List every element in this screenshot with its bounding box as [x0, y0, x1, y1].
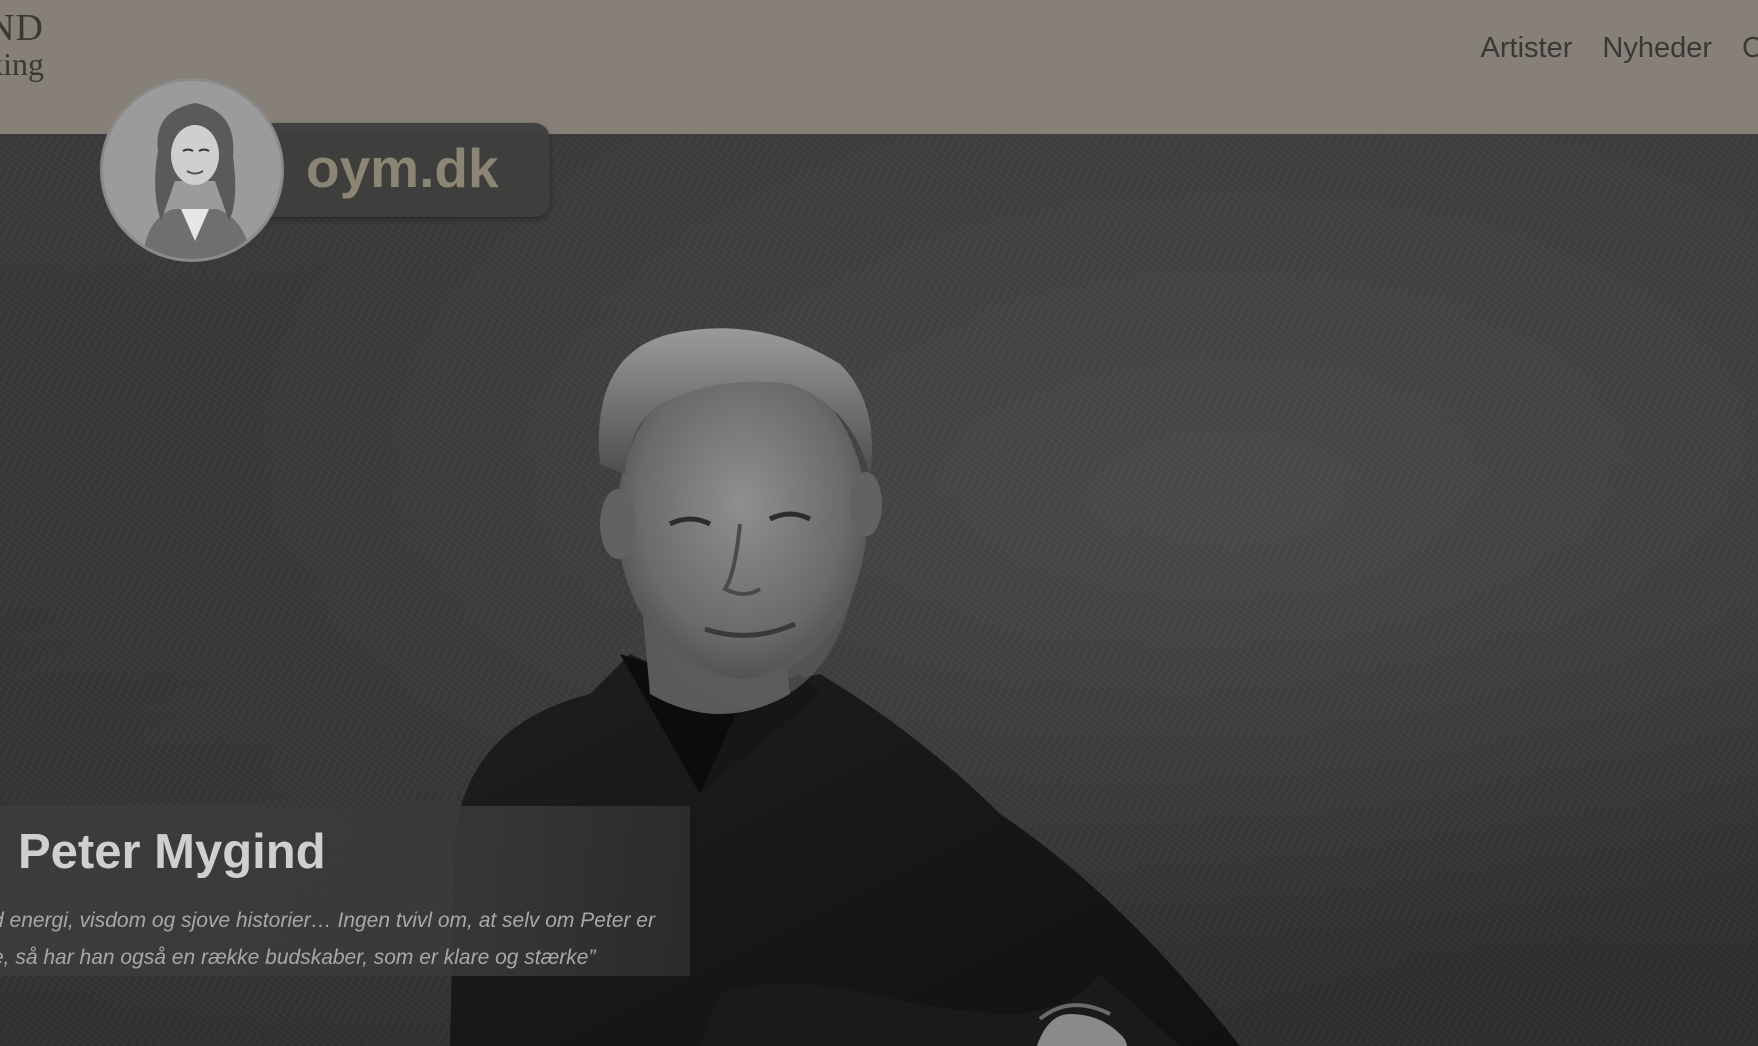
nav-item-nyheder[interactable]: Nyheder: [1602, 32, 1712, 65]
artist-name-card: Peter Mygind d energi, visdom og sjove h…: [0, 806, 690, 976]
hero-section: Peter Mygind d energi, visdom og sjove h…: [0, 134, 1758, 1046]
source-site-label: oym.dk: [306, 137, 499, 199]
logo-line-2: king: [0, 46, 44, 82]
artist-name: Peter Mygind: [18, 825, 326, 879]
source-badge[interactable]: oym.dk: [100, 78, 552, 262]
nav-item-artister[interactable]: Artister: [1481, 32, 1573, 65]
quote-line-1: d energi, visdom og sjove historier… Ing…: [0, 909, 655, 932]
quote-line-2: e, så har han også en række budskaber, s…: [0, 946, 596, 969]
author-avatar: [100, 78, 284, 262]
author-avatar-image: [103, 81, 281, 259]
artist-quote: d energi, visdom og sjove historier… Ing…: [0, 902, 690, 982]
page: ND king Artister Nyheder C: [0, 0, 1758, 1046]
logo-line-1: ND: [0, 7, 44, 49]
main-nav: Artister Nyheder C: [1481, 28, 1758, 68]
site-logo[interactable]: ND king: [0, 2, 56, 86]
nav-item-truncated[interactable]: C: [1742, 32, 1758, 65]
